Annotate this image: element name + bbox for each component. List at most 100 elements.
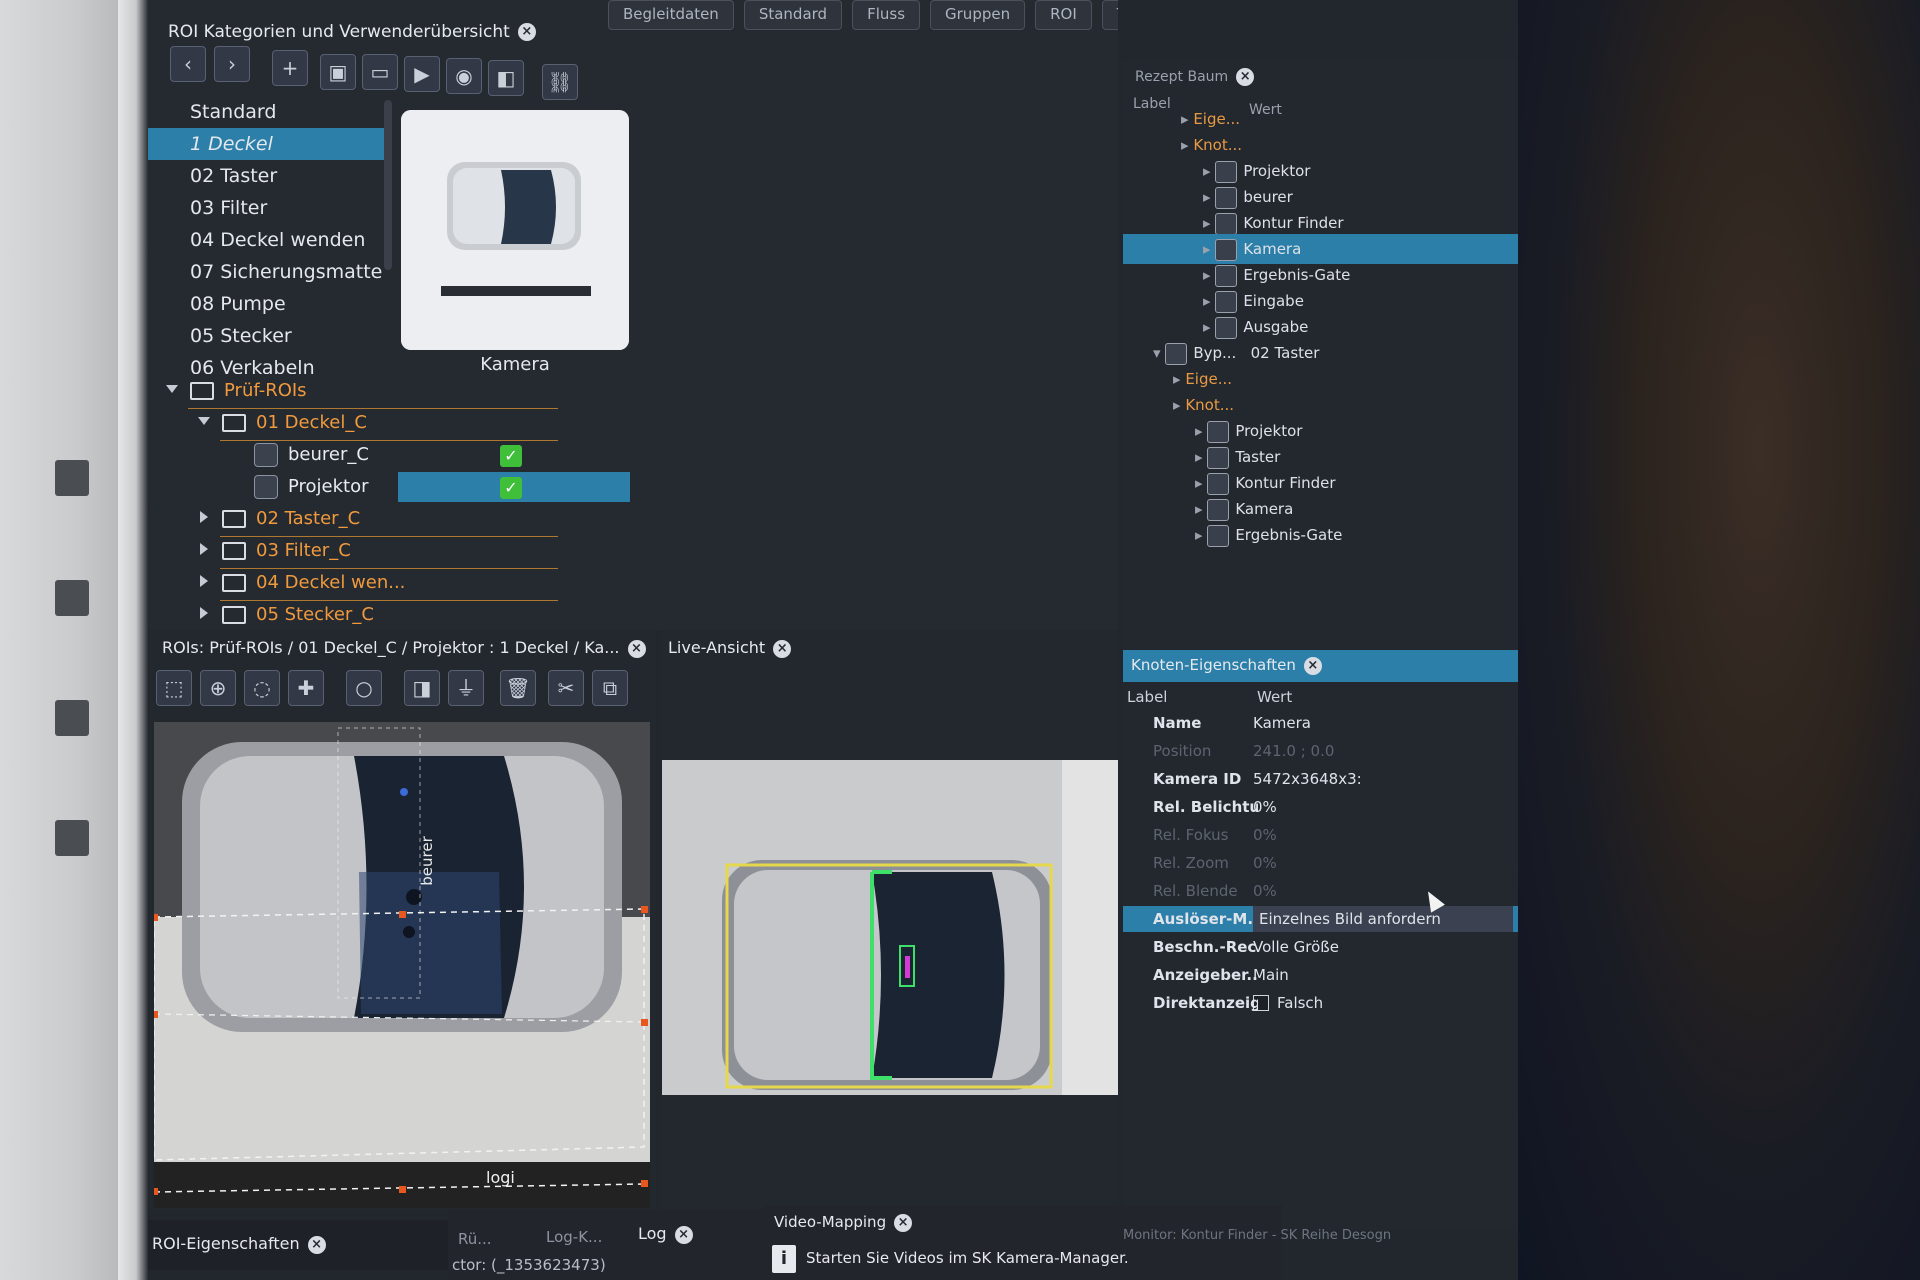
- category-item[interactable]: Standard: [148, 96, 384, 128]
- delete-icon[interactable]: 🗑: [500, 670, 536, 706]
- contrast-icon[interactable]: ◧: [488, 60, 524, 96]
- device-label-beurer: beurer: [417, 836, 436, 886]
- category-thumbnail[interactable]: [401, 110, 629, 350]
- live-view-title: Live-Ansicht ×: [668, 638, 792, 658]
- node-type-icon: [1215, 160, 1238, 183]
- property-label: Rel. Blende: [1153, 882, 1238, 900]
- live-view-title-text: Live-Ansicht: [668, 638, 766, 657]
- tree-folder[interactable]: 05 Stecker_C: [222, 600, 374, 630]
- expand-arrow-icon[interactable]: ▸: [1203, 266, 1215, 284]
- cut-icon[interactable]: ✂: [548, 670, 584, 706]
- category-item[interactable]: 06 Verkabeln: [148, 352, 384, 374]
- add-rect-roi-icon[interactable]: ⬚: [156, 670, 192, 706]
- roi-properties-tab[interactable]: ROI-Eigenschaften ×: [152, 1234, 326, 1254]
- category-item[interactable]: 08 Pumpe: [148, 288, 384, 320]
- close-icon[interactable]: ×: [1303, 656, 1322, 675]
- camera-icon[interactable]: ▣: [320, 54, 356, 90]
- tab-begleitdaten[interactable]: Begleitdaten: [608, 0, 734, 30]
- collapse-arrow-icon[interactable]: [200, 607, 208, 619]
- live-view-canvas[interactable]: [662, 760, 1118, 1095]
- palette-icon[interactable]: ◉: [446, 58, 482, 94]
- recipe-node-row[interactable]: ▸ Ergebnis-Gate: [1195, 520, 1342, 550]
- enabled-checkbox[interactable]: ✓: [500, 445, 522, 467]
- link-icon[interactable]: ⛓: [542, 64, 578, 100]
- close-icon[interactable]: ×: [773, 639, 792, 658]
- expand-arrow-icon[interactable]: ▸: [1173, 396, 1185, 414]
- node-type-icon: [1207, 446, 1230, 469]
- wall-bracket: [55, 820, 89, 856]
- tree-item-label: beurer_C: [288, 444, 369, 465]
- close-icon[interactable]: ×: [1236, 68, 1255, 86]
- category-item[interactable]: 05 Stecker: [148, 320, 384, 352]
- add-polygon-roi-icon[interactable]: ✚: [288, 670, 324, 706]
- tree-folder[interactable]: 02 Taster_C: [222, 504, 360, 534]
- enabled-checkbox[interactable]: ✓: [500, 477, 522, 499]
- category-item[interactable]: 07 Sicherungsmatte: [148, 256, 384, 288]
- tab-standard[interactable]: Standard: [743, 0, 843, 30]
- expand-arrow-icon[interactable]: ▸: [1181, 110, 1193, 128]
- collapse-arrow-icon[interactable]: [200, 575, 208, 587]
- expand-arrow-icon[interactable]: [166, 385, 178, 393]
- expand-arrow-icon[interactable]: ▸: [1203, 162, 1215, 180]
- copy-icon[interactable]: ⧉: [592, 670, 628, 706]
- tab-roi[interactable]: ROI: [1035, 0, 1092, 30]
- expand-arrow-icon[interactable]: ▸: [1195, 474, 1207, 492]
- expand-arrow-icon[interactable]: ▾: [1153, 344, 1165, 362]
- add-circle-roi-icon[interactable]: ◌: [244, 670, 280, 706]
- expand-arrow-icon[interactable]: ▸: [1203, 240, 1215, 258]
- video-mapping-tab[interactable]: Video-Mapping ×: [774, 1213, 913, 1232]
- tree-group[interactable]: 01 Deckel_C: [222, 408, 367, 438]
- category-item[interactable]: 04 Deckel wenden: [148, 224, 384, 256]
- tab-gruppen[interactable]: Gruppen: [930, 0, 1026, 30]
- category-item[interactable]: 03 Filter: [148, 192, 384, 224]
- folder-icon: [190, 382, 214, 400]
- add-category-icon[interactable]: +: [272, 50, 308, 86]
- device-thumbnail-image: [401, 110, 629, 350]
- bypass-value: 02 Taster: [1250, 344, 1320, 362]
- property-value: 0%: [1253, 798, 1277, 816]
- close-icon[interactable]: ×: [674, 1225, 693, 1244]
- tree-folder[interactable]: 03 Filter_C: [222, 536, 351, 566]
- close-icon[interactable]: ×: [894, 1213, 913, 1232]
- expand-arrow-icon[interactable]: ▸: [1195, 500, 1207, 518]
- node-properties-title-text: Knoten-Eigenschaften: [1131, 656, 1296, 674]
- tab-fluss[interactable]: Fluss: [852, 0, 921, 30]
- ru-tab[interactable]: Rü...: [458, 1230, 492, 1248]
- expand-arrow-icon[interactable]: ▸: [1203, 318, 1215, 336]
- folder-icon[interactable]: ▭: [362, 54, 398, 90]
- video-icon[interactable]: ▶: [404, 56, 440, 92]
- invert-icon[interactable]: ◨: [404, 670, 440, 706]
- collapse-arrow-icon[interactable]: [200, 543, 208, 555]
- tree-item[interactable]: beurer_C: [254, 440, 369, 470]
- tree-root[interactable]: Prüf-ROIs: [190, 376, 307, 406]
- add-lasso-roi-icon[interactable]: ⊕: [200, 670, 236, 706]
- tab-test[interactable]: Test: [1101, 0, 1118, 30]
- tree-folder[interactable]: 04 Deckel wen...: [222, 568, 405, 598]
- category-item[interactable]: 02 Taster: [148, 160, 384, 192]
- close-icon[interactable]: ×: [627, 639, 646, 658]
- log-tab[interactable]: Log ×: [638, 1224, 693, 1244]
- log-k-tab[interactable]: Log-K...: [546, 1228, 602, 1246]
- recipe-row-label: beurer: [1243, 188, 1293, 206]
- category-list-scrollbar[interactable]: [384, 100, 392, 270]
- forward-arrow-icon[interactable]: ›: [214, 46, 250, 82]
- expand-arrow-icon[interactable]: ▸: [1203, 292, 1215, 310]
- category-item-selected[interactable]: 1 Deckel: [148, 128, 384, 160]
- tree-item-selected[interactable]: Projektor: [254, 472, 369, 502]
- expand-arrow-icon[interactable]: ▸: [1203, 188, 1215, 206]
- expand-arrow-icon[interactable]: ▸: [1173, 370, 1185, 388]
- expand-arrow-icon[interactable]: ▸: [1181, 136, 1193, 154]
- close-icon[interactable]: ×: [517, 23, 536, 41]
- expand-arrow-icon[interactable]: ▸: [1195, 422, 1207, 440]
- expand-arrow-icon[interactable]: [198, 417, 210, 425]
- expand-arrow-icon[interactable]: ▸: [1195, 448, 1207, 466]
- expand-arrow-icon[interactable]: ▸: [1195, 526, 1207, 544]
- back-arrow-icon[interactable]: ‹: [170, 46, 206, 82]
- collapse-arrow-icon[interactable]: [200, 511, 208, 523]
- ellipse-tool-icon[interactable]: ○: [346, 670, 382, 706]
- close-icon[interactable]: ×: [307, 1235, 326, 1254]
- roi-categories-title: ROI Kategorien und Verwenderübersicht: [168, 22, 510, 42]
- filter-icon[interactable]: ⏚: [448, 670, 484, 706]
- expand-arrow-icon[interactable]: ▸: [1203, 214, 1215, 232]
- roi-canvas[interactable]: beurer logi: [154, 722, 650, 1208]
